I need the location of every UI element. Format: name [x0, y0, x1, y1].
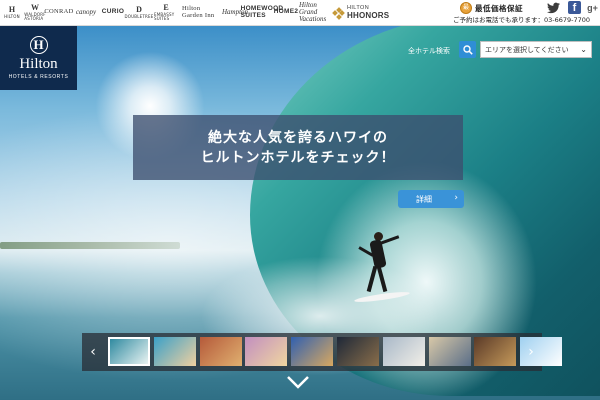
hilton-subtitle: HOTELS & RESORTS [8, 74, 69, 80]
chevron-left-icon: ‹ [90, 344, 96, 360]
carousel-next-button[interactable]: › [520, 333, 542, 371]
thumbnail-carousel: ‹ › [82, 333, 563, 371]
brand-logo-curio[interactable]: CURIO [101, 0, 125, 25]
search-icon [462, 44, 473, 55]
brand-logo-grandvacations[interactable]: Hilton Grand Vacations [299, 0, 329, 25]
carousel-thumbnail-pool[interactable] [153, 337, 196, 366]
brand-logo-embassy[interactable]: E EMBASSY SUITES [154, 0, 178, 25]
twitter-icon[interactable] [547, 1, 560, 14]
brand-logo-text: Hilton [4, 14, 20, 19]
best-price-label: 最低価格保証 [475, 3, 523, 13]
brand-logo-doubletree[interactable]: D DOUBLETREE [125, 0, 154, 25]
detail-button-label: 詳細 [416, 194, 432, 204]
detail-button[interactable]: 詳細 › [398, 190, 464, 208]
distant-shoreline [0, 242, 180, 249]
brand-logo-text: Hilton Grand Vacations [299, 1, 327, 23]
carousel-thumbnail-sunset-resort[interactable] [245, 337, 288, 366]
brand-logo-text: DOUBLETREE [124, 14, 154, 19]
medal-icon: 最 [460, 2, 472, 14]
brand-logo-text: WALDORF ASTORIA [24, 12, 46, 21]
best-price-guarantee[interactable]: 最 最低価格保証 [460, 2, 523, 14]
hhonors-logo[interactable]: HILTON HHONORS [332, 6, 390, 20]
hhonors-diamond-icon [332, 6, 345, 20]
brand-logo-gardeninn[interactable]: Hilton Garden Inn [182, 0, 220, 25]
hhonors-line2: HHONORS [347, 10, 390, 20]
brand-logo-text: H [8, 5, 16, 14]
phone-reservation: ご予約はお電話でも承ります：03-6679-7700 [453, 16, 591, 24]
hilton-mark-icon: H [29, 36, 48, 54]
scroll-down-icon[interactable] [286, 374, 310, 390]
hilton-name: Hilton [19, 56, 58, 72]
brand-logo-text: CONRAD [44, 8, 74, 16]
hilton-logo[interactable]: H Hilton HOTELS & RESORTS [0, 26, 77, 90]
chevron-right-icon: › [528, 344, 534, 360]
carousel-thumbnail-city-night[interactable] [337, 337, 379, 366]
facebook-icon[interactable]: f [568, 1, 581, 14]
brand-logo-text: Hilton Garden Inn [182, 5, 215, 19]
carousel-thumbnail-hotel-room[interactable] [199, 337, 242, 366]
brand-logo-text: EMBASSY SUITES [154, 12, 175, 21]
carousel-thumbnail-lobby[interactable] [474, 337, 517, 366]
carousel-thumbnail-tower-bridge[interactable] [291, 337, 334, 366]
surfer-figure [353, 226, 411, 306]
carousel-thumbnail-surf[interactable] [108, 337, 150, 366]
brand-logo-homewood[interactable]: HOMEWOOD SUITES [241, 0, 284, 25]
chevron-right-icon: › [454, 193, 458, 203]
brand-logo-hilton[interactable]: H Hilton [3, 0, 21, 25]
carousel-thumbnail-couple[interactable] [382, 337, 425, 366]
carousel-prev-button[interactable]: ‹ [82, 333, 104, 371]
brand-logo-text: E [163, 3, 169, 12]
brand-logo-text: D [136, 5, 142, 14]
brand-logo-text: canopy [75, 8, 97, 16]
area-select-placeholder: エリアを選択してください [485, 45, 569, 54]
banner-line-2: ヒルトンホテルをチェック！ [200, 149, 396, 166]
brand-logo-text: HOME2 [273, 8, 299, 16]
brand-logo-home2[interactable]: HOME2 [273, 0, 299, 25]
brand-logo-text: W [31, 3, 39, 12]
carousel-thumbnail-business[interactable] [428, 337, 471, 366]
promo-banner[interactable]: 絶大な人気を誇るハワイの ヒルトンホテルをチェック！ [133, 115, 463, 180]
brand-logo-text: CURIO [101, 8, 125, 16]
all-hotel-search-label: 全ホテル検索 [408, 47, 450, 55]
brand-logo-waldorf[interactable]: W WALDORF ASTORIA [24, 0, 46, 25]
chevron-down-icon: ⌄ [580, 45, 587, 54]
banner-line-1: 絶大な人気を誇るハワイの [208, 129, 388, 146]
brand-logo-canopy[interactable]: canopy [73, 0, 99, 25]
brand-logo-conrad[interactable]: CONRAD [44, 0, 74, 25]
area-select[interactable]: エリアを選択してください ⌄ [480, 41, 592, 58]
google-plus-icon[interactable]: g+ [586, 1, 599, 14]
brand-bar: H Hilton W WALDORF ASTORIA CONRAD canopy CURIO… [0, 0, 600, 26]
search-button[interactable] [459, 41, 476, 58]
